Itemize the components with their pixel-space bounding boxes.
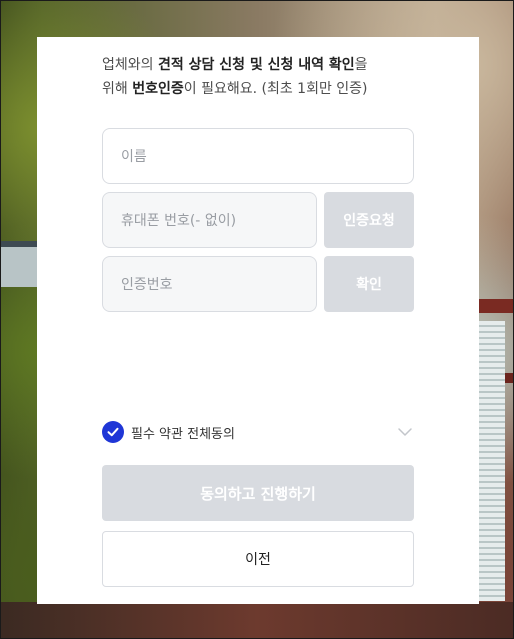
verification-modal: 업체와의 견적 상담 신청 및 신청 내역 확인을 위해 번호인증이 필요해요.… (37, 37, 479, 604)
name-input[interactable]: 이름 (102, 128, 414, 184)
chevron-down-icon[interactable] (396, 423, 414, 441)
check-icon[interactable] (102, 421, 124, 443)
previous-label: 이전 (245, 552, 271, 568)
name-placeholder: 이름 (121, 149, 147, 165)
request-code-button[interactable]: 인증요청 (324, 192, 414, 248)
intro-part-4: 이 필요해요. (최초 1회만 인증) (183, 81, 368, 97)
background-railing (477, 299, 513, 313)
agree-and-proceed-label: 동의하고 진행하기 (200, 484, 316, 503)
intro-bold-2: 번호인증 (132, 81, 184, 97)
confirm-code-button[interactable]: 확인 (324, 256, 414, 312)
confirm-code-label: 확인 (356, 277, 382, 293)
request-code-label: 인증요청 (343, 213, 395, 229)
agree-all-row[interactable]: 필수 약관 전체동의 (102, 420, 414, 444)
background-roof (1, 241, 37, 287)
background-ground (1, 602, 513, 638)
intro-part-1: 업체와의 (102, 57, 158, 73)
verification-code-input[interactable]: 인증번호 (102, 256, 317, 312)
intro-bold-1: 견적 상담 신청 및 신청 내역 확인 (157, 57, 355, 73)
screen-frame: 업체와의 견적 상담 신청 및 신청 내역 확인을 위해 번호인증이 필요해요.… (0, 0, 514, 639)
intro-text: 업체와의 견적 상담 신청 및 신청 내역 확인을 위해 번호인증이 필요해요.… (102, 53, 422, 101)
phone-placeholder: 휴대폰 번호(- 없이) (121, 213, 237, 229)
previous-button[interactable]: 이전 (102, 531, 414, 587)
phone-input[interactable]: 휴대폰 번호(- 없이) (102, 192, 317, 248)
agree-and-proceed-button[interactable]: 동의하고 진행하기 (102, 465, 414, 521)
agree-all-label: 필수 약관 전체동의 (131, 426, 235, 442)
intro-part-3: 위해 (102, 81, 133, 97)
intro-part-2: 을 (354, 57, 368, 73)
code-placeholder: 인증번호 (121, 277, 173, 293)
